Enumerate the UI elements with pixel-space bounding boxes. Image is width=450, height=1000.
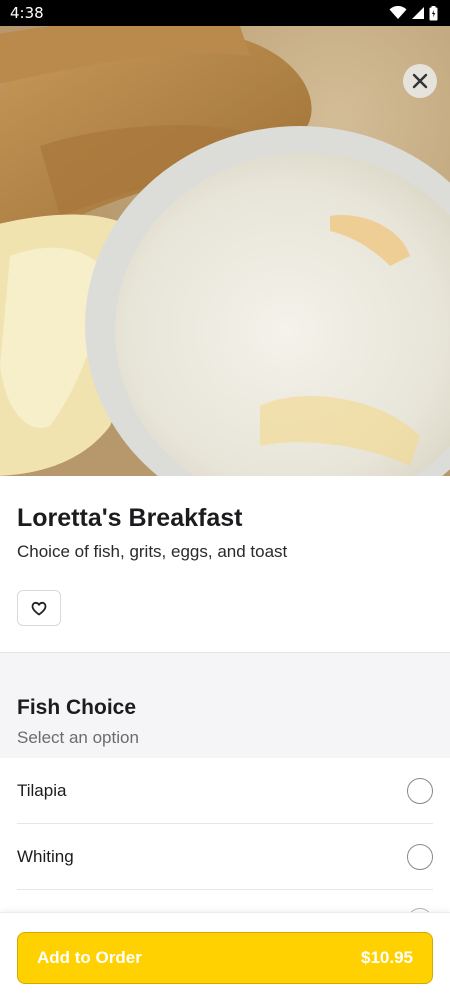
item-photo <box>0 26 450 476</box>
status-icons <box>389 5 438 21</box>
order-price: $10.95 <box>361 948 413 967</box>
close-button[interactable] <box>403 64 437 98</box>
signal-icon <box>412 7 424 19</box>
status-bar: 4:38 <box>0 0 450 26</box>
item-info: Loretta's Breakfast Choice of fish, grit… <box>0 476 450 652</box>
item-description: Choice of fish, grits, eggs, and toast <box>17 542 288 561</box>
status-time: 4:38 <box>10 4 44 22</box>
close-icon <box>412 73 428 89</box>
favorite-button[interactable] <box>17 590 61 626</box>
radio-button[interactable] <box>407 843 433 870</box>
radio-button[interactable] <box>407 777 433 804</box>
item-title: Loretta's Breakfast <box>17 504 243 532</box>
option-whiting[interactable]: Whiting <box>17 824 433 890</box>
option-label: Whiting <box>17 846 74 866</box>
add-to-order-label: Add to Order <box>37 948 142 967</box>
section-header: Fish Choice Select an option <box>0 653 450 758</box>
option-tilapia[interactable]: Tilapia <box>17 758 433 824</box>
add-to-order-button[interactable]: Add to Order $10.95 <box>17 932 433 984</box>
heart-icon <box>31 601 47 615</box>
section-title: Fish Choice <box>17 696 137 719</box>
food-image <box>0 26 450 476</box>
option-label: Tilapia <box>17 780 67 800</box>
battery-icon <box>429 5 438 20</box>
option-list: Tilapia Whiting <box>0 758 450 890</box>
section-subtitle: Select an option <box>17 728 139 747</box>
wifi-icon <box>389 6 407 19</box>
footer: Add to Order $10.95 <box>0 912 450 1000</box>
